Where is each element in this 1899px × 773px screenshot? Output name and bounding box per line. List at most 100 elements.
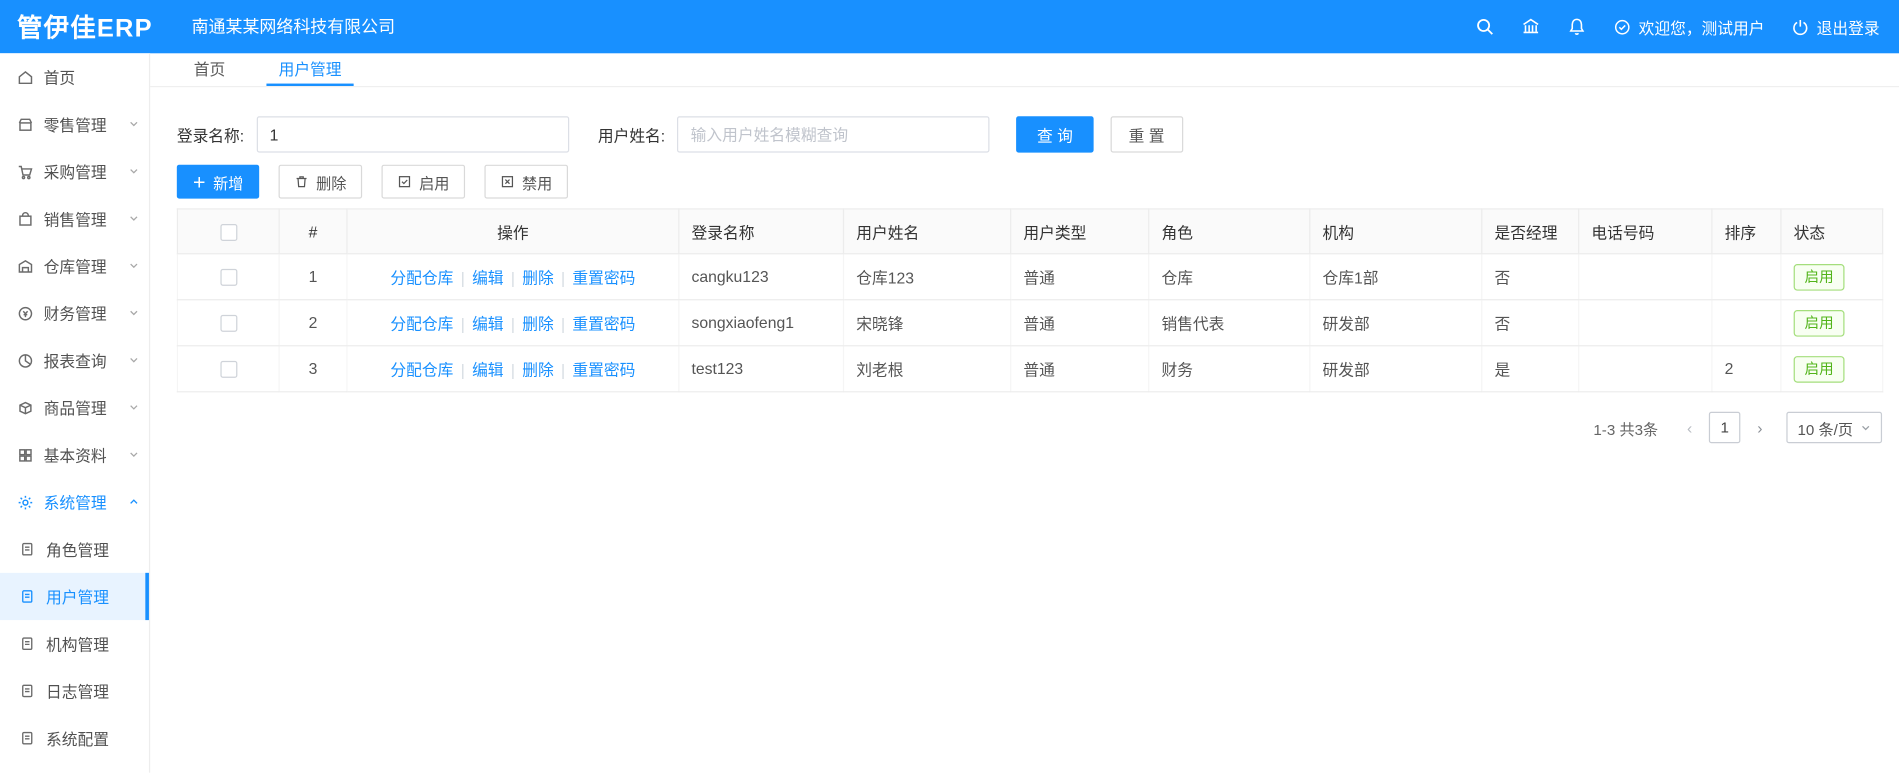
- chevron-down-icon: [128, 449, 139, 460]
- disable-button[interactable]: 禁用: [484, 164, 569, 199]
- bell-icon[interactable]: [1567, 17, 1586, 36]
- doc-icon: [19, 588, 36, 605]
- gear-icon: [17, 494, 34, 511]
- sidebar-item-purchase-mgmt[interactable]: 采购管理: [0, 148, 149, 195]
- reset-password-link[interactable]: 重置密码: [572, 269, 635, 287]
- sidebar-item-label: 机构管理: [46, 635, 110, 654]
- edit-link[interactable]: 编辑: [472, 361, 504, 379]
- assign-warehouse-link[interactable]: 分配仓库: [390, 269, 453, 287]
- assign-warehouse-link[interactable]: 分配仓库: [390, 361, 453, 379]
- finance-icon: [17, 305, 34, 322]
- cell-phone: [1578, 253, 1713, 301]
- welcome-user[interactable]: 欢迎您，测试用户: [1613, 15, 1765, 38]
- col-header-org: 机构: [1309, 208, 1483, 255]
- reset-password-link[interactable]: 重置密码: [572, 315, 635, 333]
- power-icon: [1791, 18, 1809, 36]
- sidebar-item-role-mgmt[interactable]: 角色管理: [0, 526, 149, 573]
- sidebar-item-retail-mgmt[interactable]: 零售管理: [0, 101, 149, 148]
- row-checkbox[interactable]: [219, 315, 237, 333]
- sidebar-item-label: 系统配置: [46, 730, 110, 749]
- user-status-icon: [1613, 18, 1631, 36]
- tab-user-mgmt[interactable]: 用户管理: [266, 53, 354, 86]
- cell-role: 财务: [1148, 345, 1311, 393]
- row-checkbox[interactable]: [219, 361, 237, 379]
- assign-warehouse-link[interactable]: 分配仓库: [390, 315, 453, 333]
- sidebar-item-warehouse-mgmt[interactable]: 仓库管理: [0, 242, 149, 289]
- status-badge[interactable]: 启用: [1793, 355, 1845, 383]
- cell-type: 普通: [1010, 345, 1150, 393]
- page-size-select[interactable]: 10 条/页: [1786, 411, 1883, 444]
- sidebar-item-label: 报表查询: [43, 352, 107, 371]
- cell-org: 研发部: [1309, 345, 1483, 393]
- sidebar-item-home[interactable]: 首页: [0, 53, 149, 100]
- status-badge[interactable]: 启用: [1793, 309, 1845, 337]
- delete-button[interactable]: 删除: [278, 164, 363, 199]
- divider: |: [560, 360, 566, 380]
- sidebar-item-system-mgmt[interactable]: 系统管理: [0, 478, 149, 525]
- next-page-button[interactable]: ›: [1745, 412, 1774, 443]
- query-button[interactable]: 查 询: [1016, 116, 1094, 153]
- x-square-icon: [500, 174, 515, 189]
- status-badge[interactable]: 启用: [1793, 263, 1845, 291]
- col-header-index: #: [278, 208, 348, 255]
- table-toolbar: 新增 删除 启用 禁用: [176, 164, 1882, 199]
- sidebar-item-sales-mgmt[interactable]: 销售管理: [0, 195, 149, 242]
- cell-status: 启用: [1780, 345, 1884, 393]
- store-icon: [17, 116, 34, 133]
- col-header-status: 状态: [1780, 208, 1884, 255]
- edit-link[interactable]: 编辑: [472, 269, 504, 287]
- chevron-up-icon: [128, 497, 139, 508]
- tab-home[interactable]: 首页: [182, 53, 238, 86]
- select-all-checkbox[interactable]: [219, 223, 237, 241]
- sidebar-item-goods-mgmt[interactable]: 商品管理: [0, 384, 149, 431]
- cell-manager: 否: [1481, 299, 1580, 347]
- add-button[interactable]: 新增: [176, 164, 260, 199]
- trash-icon: [294, 174, 309, 189]
- sidebar-item-label: 财务管理: [43, 305, 107, 324]
- sidebar-item-basic-data[interactable]: 基本资料: [0, 431, 149, 478]
- sidebar-item-label: 基本资料: [43, 446, 107, 466]
- delete-link[interactable]: 删除: [522, 315, 554, 333]
- delete-button-label: 删除: [316, 175, 347, 192]
- col-header-login: 登录名称: [678, 208, 845, 255]
- bag-icon: [17, 210, 34, 227]
- search-icon[interactable]: [1475, 17, 1494, 36]
- prev-page-button[interactable]: ‹: [1675, 412, 1704, 443]
- plus-icon: [193, 175, 206, 188]
- divider: |: [510, 268, 515, 288]
- enable-button[interactable]: 启用: [381, 164, 466, 199]
- user-name-input[interactable]: [677, 116, 990, 153]
- chevron-down-icon: [128, 166, 139, 177]
- sidebar-item-system-config[interactable]: 系统配置: [0, 715, 149, 762]
- sidebar-item-label: 角色管理: [46, 541, 110, 560]
- reset-password-link[interactable]: 重置密码: [572, 361, 635, 379]
- logout-button[interactable]: 退出登录: [1791, 15, 1880, 38]
- cell-manager: 是: [1481, 345, 1580, 393]
- sidebar-item-label: 零售管理: [43, 116, 107, 135]
- homepage-icon[interactable]: [1521, 17, 1540, 36]
- sidebar-item-report-query[interactable]: 报表查询: [0, 337, 149, 384]
- sidebar: 首页 零售管理 采购管理 销售管理 仓库管理 财务管理 报表查询 商品管理 基本…: [0, 53, 151, 773]
- sidebar-item-user-mgmt[interactable]: 用户管理: [0, 572, 149, 621]
- reset-button[interactable]: 重 置: [1110, 116, 1183, 153]
- login-name-label: 登录名称:: [176, 126, 245, 145]
- page-number-button[interactable]: 1: [1709, 411, 1741, 444]
- row-checkbox[interactable]: [219, 269, 237, 287]
- sidebar-item-label: 用户管理: [46, 588, 110, 607]
- doc-icon: [19, 682, 36, 699]
- cell-status: 启用: [1780, 299, 1884, 347]
- row-actions: 分配仓库 | 编辑 | 删除 | 重置密码: [346, 345, 680, 393]
- goods-box-icon: [17, 399, 34, 416]
- edit-link[interactable]: 编辑: [472, 315, 504, 333]
- delete-link[interactable]: 删除: [522, 269, 554, 287]
- add-button-label: 新增: [213, 175, 244, 192]
- sidebar-item-log-mgmt[interactable]: 日志管理: [0, 667, 149, 714]
- delete-link[interactable]: 删除: [522, 361, 554, 379]
- doc-icon: [19, 730, 36, 747]
- sidebar-item-finance-mgmt[interactable]: 财务管理: [0, 289, 149, 336]
- sidebar-item-org-mgmt[interactable]: 机构管理: [0, 620, 149, 667]
- col-header-sort: 排序: [1711, 208, 1782, 255]
- chevron-down-icon: [128, 260, 139, 271]
- login-name-input[interactable]: [256, 116, 569, 153]
- cell-phone: [1578, 345, 1713, 393]
